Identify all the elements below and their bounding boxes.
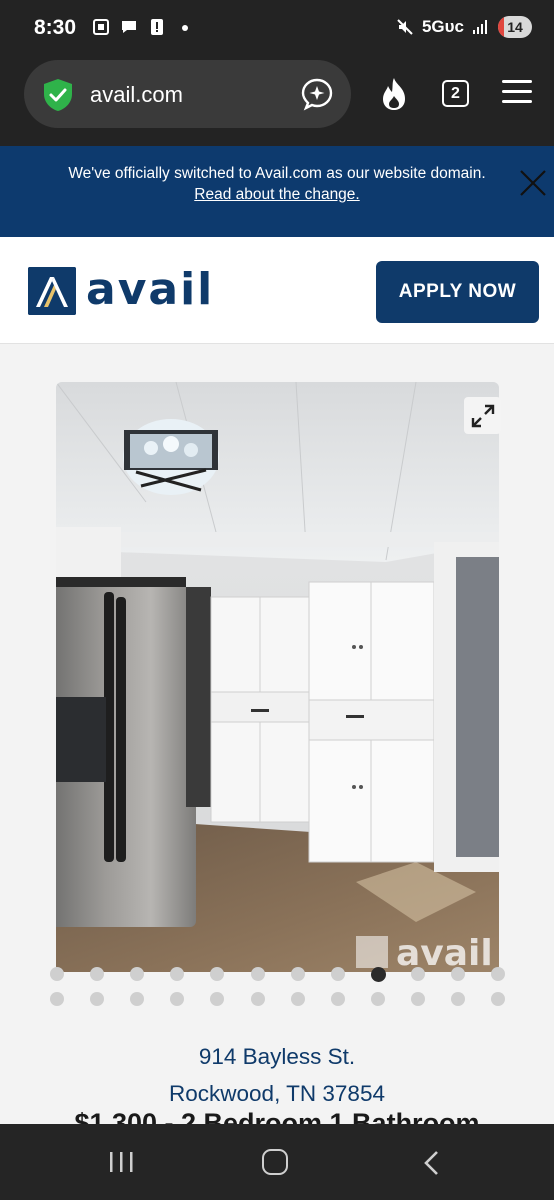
address-bar[interactable]: avail.com xyxy=(24,60,351,128)
flame-icon[interactable] xyxy=(378,76,410,112)
carousel-dot[interactable] xyxy=(130,967,145,981)
signal-icon xyxy=(473,20,487,34)
carousel-dot[interactable] xyxy=(210,992,225,1006)
close-icon[interactable] xyxy=(518,168,548,198)
dot-icon xyxy=(182,25,188,31)
status-time: 8:30 xyxy=(34,16,77,39)
back-icon[interactable] xyxy=(420,1149,442,1177)
site-header: avail APPLY NOW xyxy=(0,237,554,344)
battery-indicator: 14 xyxy=(498,16,532,38)
carousel-dot[interactable] xyxy=(330,992,345,1006)
tab-count-button[interactable]: 2 xyxy=(442,80,469,107)
mute-icon xyxy=(397,19,413,35)
carousel-dot[interactable] xyxy=(370,992,385,1006)
carousel-dot[interactable] xyxy=(451,992,465,1006)
banner-message: We've officially switched to Avail.com a… xyxy=(68,165,486,182)
carousel-dot[interactable] xyxy=(491,992,506,1006)
banner-text-block: We've officially switched to Avail.com a… xyxy=(40,163,514,205)
status-right: 5Gᴜᴄ 14 xyxy=(396,16,532,38)
listing-address: 914 Bayless St. Rockwood, TN 37854 xyxy=(0,1038,554,1112)
expand-photo-button[interactable] xyxy=(464,397,501,434)
carousel-dot[interactable] xyxy=(50,967,64,981)
status-left-icons xyxy=(92,18,194,36)
carousel-dot[interactable] xyxy=(451,967,465,981)
carousel-dot[interactable] xyxy=(290,967,305,981)
carousel-dot[interactable] xyxy=(250,967,265,981)
carousel-dot[interactable] xyxy=(170,967,185,981)
carousel-dot[interactable] xyxy=(250,992,265,1006)
url-text[interactable]: avail.com xyxy=(90,82,183,108)
photo-carousel-dots xyxy=(46,966,512,1006)
network-label: 5Gᴜᴄ xyxy=(421,17,464,36)
home-icon[interactable] xyxy=(262,1149,288,1175)
avail-logo-text[interactable]: avail xyxy=(86,264,214,315)
carousel-dot[interactable] xyxy=(90,967,105,981)
banner-link[interactable]: Read about the change. xyxy=(194,186,359,203)
carousel-dot[interactable] xyxy=(210,967,225,981)
recent-apps-icon[interactable] xyxy=(107,1150,135,1174)
listing-city: Rockwood, TN 37854 xyxy=(169,1081,385,1106)
domain-change-banner: We've officially switched to Avail.com a… xyxy=(0,146,554,237)
carousel-dot[interactable] xyxy=(410,967,425,981)
carousel-dot[interactable] xyxy=(50,992,64,1006)
carousel-dot[interactable] xyxy=(130,992,145,1006)
status-bar: 8:30 5Gᴜᴄ 14 xyxy=(0,0,554,58)
carousel-dot[interactable] xyxy=(491,967,506,981)
carousel-dot[interactable] xyxy=(330,967,345,981)
carousel-dot[interactable] xyxy=(290,992,305,1006)
chat-icon xyxy=(122,21,136,33)
listing-street: 914 Bayless St. xyxy=(198,1044,356,1069)
carousel-dot[interactable] xyxy=(90,992,105,1006)
menu-icon[interactable] xyxy=(502,80,532,104)
battery-level: 14 xyxy=(507,19,523,35)
alert-icon xyxy=(151,19,163,35)
assistant-icon[interactable] xyxy=(300,77,334,111)
security-shield-icon[interactable] xyxy=(42,78,74,112)
system-nav-bar xyxy=(0,1124,554,1200)
listing-photo[interactable]: avail xyxy=(56,382,499,972)
carousel-dot[interactable] xyxy=(410,992,425,1006)
screenshot-icon xyxy=(93,19,109,35)
carousel-dot[interactable] xyxy=(370,967,386,982)
expand-icon xyxy=(471,404,494,427)
carousel-dot[interactable] xyxy=(170,992,185,1006)
browser-toolbar: avail.com 2 xyxy=(0,58,554,146)
avail-logo-mark[interactable] xyxy=(28,267,76,315)
apply-now-button[interactable]: APPLY NOW xyxy=(376,261,539,323)
